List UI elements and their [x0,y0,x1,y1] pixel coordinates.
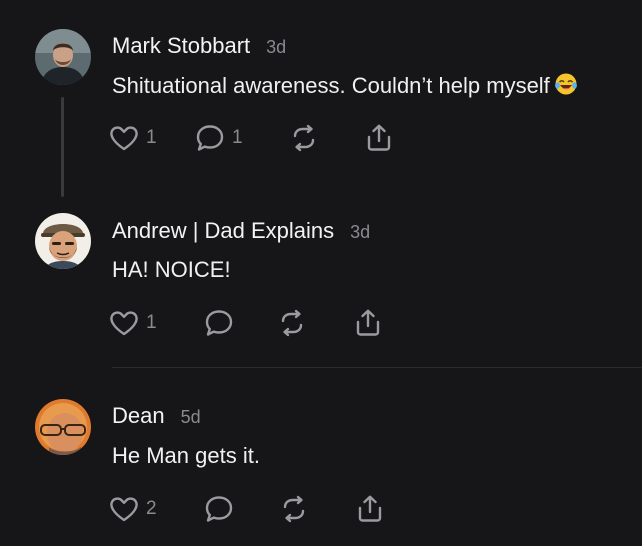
share-icon [358,495,382,522]
timestamp[interactable]: 3d [266,37,286,58]
comment-header: Dean 5d [112,403,201,429]
speech-bubble-icon [196,125,224,151]
author-name[interactable]: Mark Stobbart [112,33,250,59]
like-count: 1 [146,127,157,148]
like-count: 2 [146,498,157,519]
heart-icon [110,126,138,151]
speech-bubble-icon [205,310,233,336]
laughing-tears-emoji [554,72,578,102]
author-name[interactable]: Dean [112,403,165,429]
timestamp[interactable]: 5d [181,407,201,428]
author-name[interactable]: Andrew | Dad Explains [112,218,334,244]
comment-header: Andrew | Dad Explains 3d [112,218,370,244]
repost-icon [281,309,303,337]
like-count: 1 [146,312,157,333]
heart-icon [110,311,138,336]
repost-button[interactable] [278,493,310,525]
comment-body: Shituational awareness. Couldn’t help my… [112,72,578,102]
speech-bubble-icon [205,496,233,522]
share-button[interactable] [352,307,384,339]
thread-connector-line [61,97,64,197]
avatar[interactable] [35,399,91,455]
comment-body: He Man gets it. [112,443,260,469]
reply-count: 1 [232,127,243,148]
avatar[interactable] [35,213,91,269]
repost-button[interactable] [288,122,320,154]
share-button[interactable] [363,122,395,154]
share-button[interactable] [354,493,386,525]
reply-button[interactable] [203,307,241,339]
divider [112,367,642,368]
comment-thread: Mark Stobbart 3d Shituational awareness.… [0,0,642,546]
repost-button[interactable] [276,307,308,339]
timestamp[interactable]: 3d [350,222,370,243]
reply-button[interactable]: 1 [194,122,243,154]
like-button[interactable]: 1 [108,122,157,154]
repost-icon [283,495,305,523]
comment-header: Mark Stobbart 3d [112,33,286,59]
comment-text: Shituational awareness. Couldn’t help my… [112,73,550,98]
repost-icon [293,124,315,152]
reply-button[interactable] [203,493,241,525]
like-button[interactable]: 2 [108,493,157,525]
heart-icon [110,497,138,522]
comment-body: HA! NOICE! [112,257,231,283]
like-button[interactable]: 1 [108,307,157,339]
share-icon [367,124,391,151]
avatar[interactable] [35,29,91,85]
share-icon [356,309,380,336]
comment-text: He Man gets it. [112,443,260,468]
comment-text: HA! NOICE! [112,257,231,282]
